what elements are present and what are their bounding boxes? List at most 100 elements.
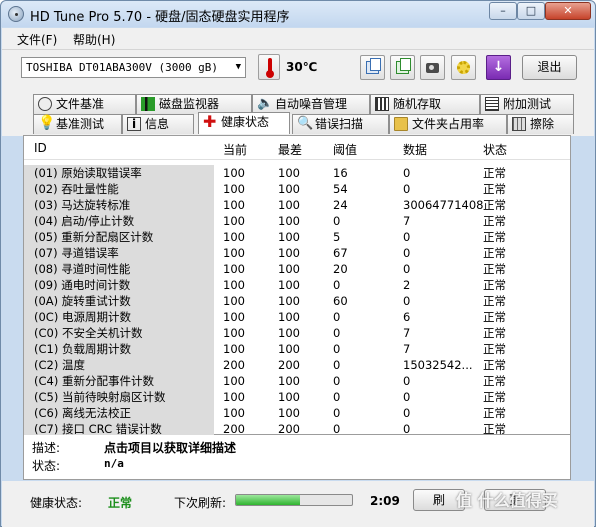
menu-file[interactable]: 文件(F) (17, 31, 57, 48)
cell-id: (09) 通电时间计数 (34, 278, 131, 292)
menu-bar: 文件(F) 帮助(H) (2, 28, 594, 50)
cell-status: 正常 (483, 198, 506, 212)
header-id[interactable]: ID (34, 141, 47, 155)
speaker-icon: 🔈 (257, 96, 274, 111)
cell-worst: 100 (278, 182, 300, 196)
cell-id: (01) 原始读取错误率 (34, 166, 142, 180)
cell-current: 100 (223, 182, 245, 196)
health-cross-icon: ✚ (203, 112, 217, 131)
drive-select[interactable]: TOSHIBA DT01ABA300V (3000 gB) ▼ (21, 57, 246, 78)
cell-current: 100 (223, 342, 245, 356)
disk-monitor-icon (141, 97, 155, 111)
maximize-button[interactable]: □ (517, 2, 545, 20)
table-row[interactable]: (08) 寻道时间性能 100 100 20 0 正常 (24, 261, 570, 277)
cell-threshold: 0 (333, 374, 341, 388)
tab-label: 自动噪音管理 (275, 97, 348, 111)
cell-threshold: 0 (333, 278, 341, 292)
close-button[interactable]: ✕ (545, 2, 591, 20)
table-row[interactable]: (C4) 重新分配事件计数 100 100 0 0 正常 (24, 373, 570, 389)
tab-strip: 文件基准 磁盘监视器 🔈 自动噪音管理 随机存取 附加测试 💡 基准测试 i 信… (2, 86, 594, 136)
cell-current: 100 (223, 310, 245, 324)
header-data[interactable]: 数据 (403, 141, 427, 158)
copy-text-button[interactable] (360, 55, 385, 80)
tab-info[interactable]: i 信息 (122, 114, 194, 134)
save-button[interactable]: ↓ (486, 55, 511, 80)
file-benchmark-icon (38, 97, 52, 111)
tab-label: 文件夹占用率 (412, 117, 485, 131)
cell-worst: 100 (278, 166, 300, 180)
header-worst[interactable]: 最差 (278, 141, 302, 158)
magnifier-icon: 🔍 (297, 116, 314, 131)
cell-id: (03) 马达旋转标准 (34, 198, 131, 212)
exit-button[interactable]: 退出 (522, 55, 577, 80)
tab-extra-tests[interactable]: 附加测试 (480, 94, 574, 114)
cell-worst: 100 (278, 294, 300, 308)
title-bar[interactable]: HD Tune Pro 5.70 - 硬盘/固态硬盘实用程序 – □ ✕ (1, 1, 595, 27)
update-button[interactable]: 更 (484, 489, 546, 511)
cell-status: 正常 (483, 294, 506, 308)
tab-health[interactable]: ✚ 健康状态 (198, 112, 290, 134)
header-threshold[interactable]: 阈值 (333, 141, 357, 158)
cell-threshold: 0 (333, 406, 341, 420)
next-refresh-label: 下次刷新: (174, 496, 227, 510)
refresh-button[interactable]: 刷 (413, 489, 465, 511)
tab-folder-usage[interactable]: 文件夹占用率 (389, 114, 507, 134)
tab-label: 文件基准 (56, 97, 105, 111)
cell-current: 100 (223, 246, 245, 260)
copy-html-icon (396, 58, 411, 74)
folder-icon (394, 117, 408, 131)
cell-status: 正常 (483, 358, 506, 372)
cell-current: 100 (223, 406, 245, 420)
table-row[interactable]: (01) 原始读取错误率 100 100 16 0 正常 (24, 165, 570, 181)
table-row[interactable]: (C2) 温度 200 200 0 15032542... 正常 (24, 357, 570, 373)
table-row[interactable]: (05) 重新分配扇区计数 100 100 5 0 正常 (24, 229, 570, 245)
cell-status: 正常 (483, 406, 506, 420)
cell-status: 正常 (483, 278, 506, 292)
cell-id: (02) 吞吐量性能 (34, 182, 119, 196)
cell-id: (C1) 负载周期计数 (34, 342, 131, 356)
refresh-progress-fill (236, 495, 300, 505)
app-disk-icon (8, 6, 24, 22)
cell-worst: 100 (278, 342, 300, 356)
cell-data: 30064771408 (403, 198, 484, 212)
table-row[interactable]: (04) 启动/停止计数 100 100 0 7 正常 (24, 213, 570, 229)
screenshot-button[interactable] (420, 55, 445, 80)
header-current[interactable]: 当前 (223, 141, 247, 158)
table-row[interactable]: (C5) 当前待映射扇区计数 100 100 0 0 正常 (24, 389, 570, 405)
tab-random-access[interactable]: 随机存取 (370, 94, 480, 114)
menu-help[interactable]: 帮助(H) (73, 31, 115, 48)
cell-threshold: 20 (333, 262, 348, 276)
tab-benchmark[interactable]: 💡 基准测试 (33, 114, 122, 134)
options-button[interactable] (451, 55, 476, 80)
table-row[interactable]: (0A) 旋转重试计数 100 100 60 0 正常 (24, 293, 570, 309)
tab-label: 擦除 (530, 117, 555, 131)
header-status[interactable]: 状态 (483, 141, 507, 158)
cell-data: 0 (403, 246, 411, 260)
table-row[interactable]: (C0) 不安全关机计数 100 100 0 7 正常 (24, 325, 570, 341)
cell-id: (C2) 温度 (34, 358, 85, 372)
cell-status: 正常 (483, 374, 506, 388)
table-row[interactable]: (09) 通电时间计数 100 100 0 2 正常 (24, 277, 570, 293)
table-row[interactable]: (C1) 负载周期计数 100 100 0 7 正常 (24, 341, 570, 357)
table-row[interactable]: (02) 吞吐量性能 100 100 54 0 正常 (24, 181, 570, 197)
cell-status: 正常 (483, 390, 506, 404)
tab-aam[interactable]: 🔈 自动噪音管理 (252, 94, 370, 114)
cell-status: 正常 (483, 262, 506, 276)
minimize-button[interactable]: – (489, 2, 517, 20)
table-row[interactable]: (C6) 离线无法校正 100 100 0 0 正常 (24, 405, 570, 421)
copy-html-button[interactable] (390, 55, 415, 80)
tab-file-benchmark[interactable]: 文件基准 (33, 94, 136, 114)
cell-current: 100 (223, 166, 245, 180)
table-row[interactable]: (0C) 电源周期计数 100 100 0 6 正常 (24, 309, 570, 325)
cell-id: (07) 寻道错误率 (34, 246, 119, 260)
tab-disk-monitor[interactable]: 磁盘监视器 (136, 94, 252, 114)
cell-data: 6 (403, 310, 411, 324)
cell-threshold: 54 (333, 182, 348, 196)
table-row[interactable]: (07) 寻道错误率 100 100 67 0 正常 (24, 245, 570, 261)
tab-erase[interactable]: 擦除 (507, 114, 574, 134)
table-row[interactable]: (03) 马达旋转标准 100 100 24 30064771408 正常 (24, 197, 570, 213)
lightbulb-icon: 💡 (38, 115, 56, 131)
options-icon (457, 61, 470, 74)
tab-error-scan[interactable]: 🔍 错误扫描 (292, 114, 389, 134)
cell-threshold: 0 (333, 390, 341, 404)
